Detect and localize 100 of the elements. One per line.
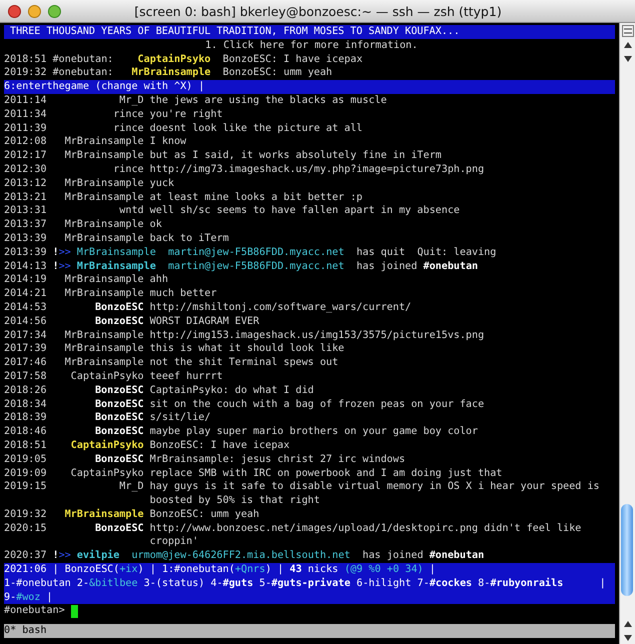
channel-name: #onebutan [423, 260, 478, 274]
message-text: but as I said, it works absolutely fine in iTerm [150, 149, 442, 163]
timestamp: 2017:58 [4, 370, 47, 384]
status-text: ) | [265, 564, 285, 576]
nickname: CaptainPsyko [70, 466, 144, 480]
nickname: MrBrainsample [64, 176, 144, 191]
scroll-thumb[interactable] [621, 504, 633, 596]
timestamp: 2011:14 [4, 94, 47, 108]
timestamp: 2013:12 [4, 176, 47, 191]
message-text: http://img73.imageshack.us/my.php?image=picture73ph.png [150, 162, 486, 177]
nickname: Mr_D [118, 94, 144, 108]
event-mark: ! [52, 549, 59, 564]
message-text: I know [150, 135, 188, 150]
status-text: 5- [258, 578, 272, 589]
status-text: 43 [290, 564, 302, 576]
message-text: ok [150, 218, 163, 232]
nickname: evilpie [76, 549, 120, 564]
timestamp: 2014:53 [4, 300, 47, 315]
channel-name: #onebutan: [52, 66, 114, 80]
nickname: MrBrainsample [64, 273, 144, 288]
message-text: WORST DIAGRAM EVER [150, 314, 260, 329]
nickname: MrBrainsample [76, 246, 156, 260]
message-text: BonzoESC: I have icepax [222, 52, 363, 66]
nickname: rince [112, 108, 144, 122]
message-text: MrBrainsample: jesus christ 27 irc windows [150, 452, 406, 466]
message-text: back to iTerm [150, 232, 230, 246]
message-text: not the shit Terminal spews out [150, 356, 340, 370]
status-text: 9- [4, 592, 16, 603]
status-text: &bitlbee [89, 578, 138, 589]
nickname: CaptainPsyko [136, 52, 211, 66]
status-text: nicks [306, 564, 340, 576]
timestamp: 2014:19 [4, 273, 47, 288]
nickname: MrBrainsample [64, 232, 144, 246]
timestamp: 2014:21 [4, 287, 47, 301]
status-text: #guts-private [271, 578, 350, 589]
message-text: much better [150, 287, 218, 301]
timestamp: 2019:32 [4, 66, 47, 80]
message-text: doesnt look like the picture at all [150, 122, 364, 136]
zoom-button[interactable] [48, 4, 61, 18]
close-button[interactable] [8, 4, 21, 18]
timestamp: 2017:46 [4, 356, 47, 370]
timestamp: 2019:32 [4, 508, 47, 522]
text-cursor [70, 604, 78, 618]
nickname: BonzoESC [94, 300, 144, 315]
status-text: #rubyonrails [490, 578, 564, 589]
message-text: CaptainPsyko: do what I did [150, 384, 315, 398]
message-text: hay guys is it safe to disable virtual memory in OS X i hear your speed is boosted by 50% is that right [150, 480, 600, 508]
message-text: BonzoESC: I have icepax [150, 438, 291, 453]
message-text: http://img153.imageshack.us/img153/3575/picture15vs.png [150, 328, 486, 342]
nickname: BonzoESC [94, 398, 144, 412]
timestamp: 2014:56 [4, 314, 47, 329]
timestamp: 2018:34 [4, 398, 47, 412]
window-title: [screen 0: bash] bkerley@bonzoesc:~ — ssh — zsh (ttyp1) [133, 4, 503, 18]
message-text: http://mshiltonj.com/software_wars/current/ [150, 300, 412, 315]
timestamp: 2014:13 [4, 260, 47, 274]
info-line: 1. Click here for more information. [205, 40, 418, 51]
event-text: has joined [362, 549, 424, 564]
channel-name: #onebutan: [52, 52, 114, 66]
message-text: BonzoESC: umm yeah [222, 66, 332, 80]
screen-window-label: 0* bash [4, 625, 47, 636]
nickname: wntd [118, 204, 144, 218]
nickname: MrBrainsample [64, 287, 144, 301]
topic-bar: THREE THOUSAND YEARS OF BEAUTIFUL TRADITION, FROM MOSES TO SANDY KOUFAX... [4, 25, 615, 39]
nickname: MrBrainsample [64, 218, 144, 232]
status-text: 8- [477, 578, 490, 589]
nickname: MrBrainsample [64, 149, 144, 163]
status-text: | [46, 592, 53, 603]
minimize-button[interactable] [28, 4, 41, 18]
event-mark: ! [52, 260, 59, 274]
host-address: urmom@jew-64626FF2.mia.bellsouth.net [132, 549, 350, 564]
message-text: ahh [150, 273, 170, 288]
timestamp: 2012:30 [4, 162, 47, 177]
message-text: this is what it should look like [150, 342, 346, 356]
prompt-text: #onebutan> [4, 604, 65, 618]
timestamp: 2019:09 [4, 466, 47, 480]
nickname: BonzoESC [94, 411, 144, 426]
message-text: yuck [150, 176, 176, 191]
status-text: #woz [16, 592, 40, 603]
nickname: CaptainPsyko [70, 438, 144, 453]
nickname: MrBrainsample [76, 260, 156, 274]
nickname: MrBrainsample [64, 342, 144, 356]
nickname: MrBrainsample [64, 356, 144, 370]
nickname: MrBrainsample [64, 328, 144, 342]
timestamp: 2018:39 [4, 411, 47, 426]
status-text: #guts [222, 578, 254, 589]
timestamp: 2011:39 [4, 122, 47, 136]
status-text: ) | 1:#onebutan( [138, 564, 235, 576]
nickname: MrBrainsample [132, 66, 211, 80]
message-text: replace SMB with IRC on powerbook and I am doing just that [150, 466, 504, 480]
event-text: has joined [356, 260, 418, 274]
message-text: sit on the couch with a bag of frozen peas on your face [150, 398, 486, 412]
split-icon [622, 25, 634, 37]
nickname: BonzoESC [94, 452, 144, 466]
nickname: MrBrainsample [64, 135, 144, 150]
timestamp: 2019:15 [4, 480, 47, 494]
timestamp: 2013:21 [4, 190, 47, 204]
status-text: #cockes [429, 578, 472, 589]
nickname: rince [112, 122, 144, 136]
nickname: BonzoESC [94, 314, 144, 329]
scrollbar[interactable] [619, 23, 635, 644]
